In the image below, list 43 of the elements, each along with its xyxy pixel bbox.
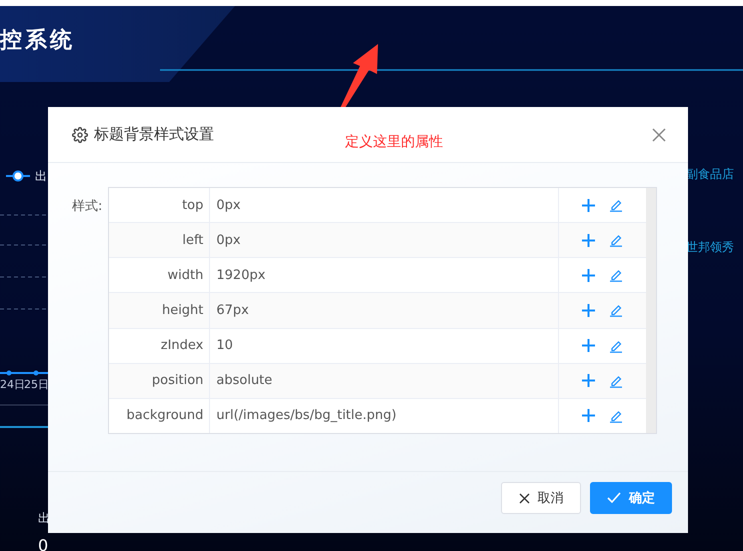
edit-button[interactable] [609, 268, 624, 282]
property-value-cell: 1920px [210, 258, 560, 292]
axis-label: 24日 [0, 377, 25, 392]
property-name-cell: position [109, 364, 210, 398]
property-name-cell: background [109, 398, 210, 433]
property-value-cell: url(/images/bs/bg_title.png) [210, 398, 560, 433]
property-value-cell: 0px [210, 188, 560, 222]
add-button[interactable] [582, 268, 596, 282]
add-button[interactable] [582, 339, 596, 352]
edit-button[interactable] [609, 408, 624, 423]
settings-icon [72, 126, 88, 142]
property-name-cell: zIndex [109, 328, 210, 363]
check-icon [607, 492, 621, 504]
property-name-cell: width [109, 258, 210, 292]
property-value-cell: 0px [210, 223, 560, 258]
close-icon [518, 492, 530, 504]
add-button[interactable] [582, 234, 596, 247]
property-name-cell: height [109, 293, 210, 328]
stat-label: 出 [38, 510, 50, 527]
axis-label: 25日 [24, 377, 49, 392]
edit-button[interactable] [609, 303, 624, 318]
property-value-cell: 10 [210, 328, 560, 363]
edit-button[interactable] [609, 198, 624, 212]
add-button[interactable] [582, 304, 596, 317]
field-label: 样式: [72, 198, 102, 213]
edit-button[interactable] [609, 374, 624, 388]
edit-button[interactable] [609, 233, 624, 248]
edit-button[interactable] [609, 338, 624, 353]
chart-legend: 出 [35, 168, 47, 185]
add-button[interactable] [582, 409, 596, 422]
annotation-text: 定义这里的属性 [345, 133, 443, 151]
property-name-cell: left [109, 223, 210, 258]
property-value-cell: 67px [210, 293, 560, 328]
cancel-button[interactable]: 取消 [501, 482, 581, 514]
property-name-cell: top [109, 188, 210, 222]
legend-marker-icon [6, 170, 30, 182]
map-label: 世邦领秀 [686, 239, 734, 256]
property-value-cell: absolute [210, 364, 560, 398]
add-button[interactable] [582, 374, 596, 388]
stat-value: 0 [38, 536, 48, 551]
close-button[interactable] [652, 128, 666, 142]
dialog-title: 标题背景样式设置 [94, 125, 214, 144]
add-button[interactable] [582, 198, 596, 212]
